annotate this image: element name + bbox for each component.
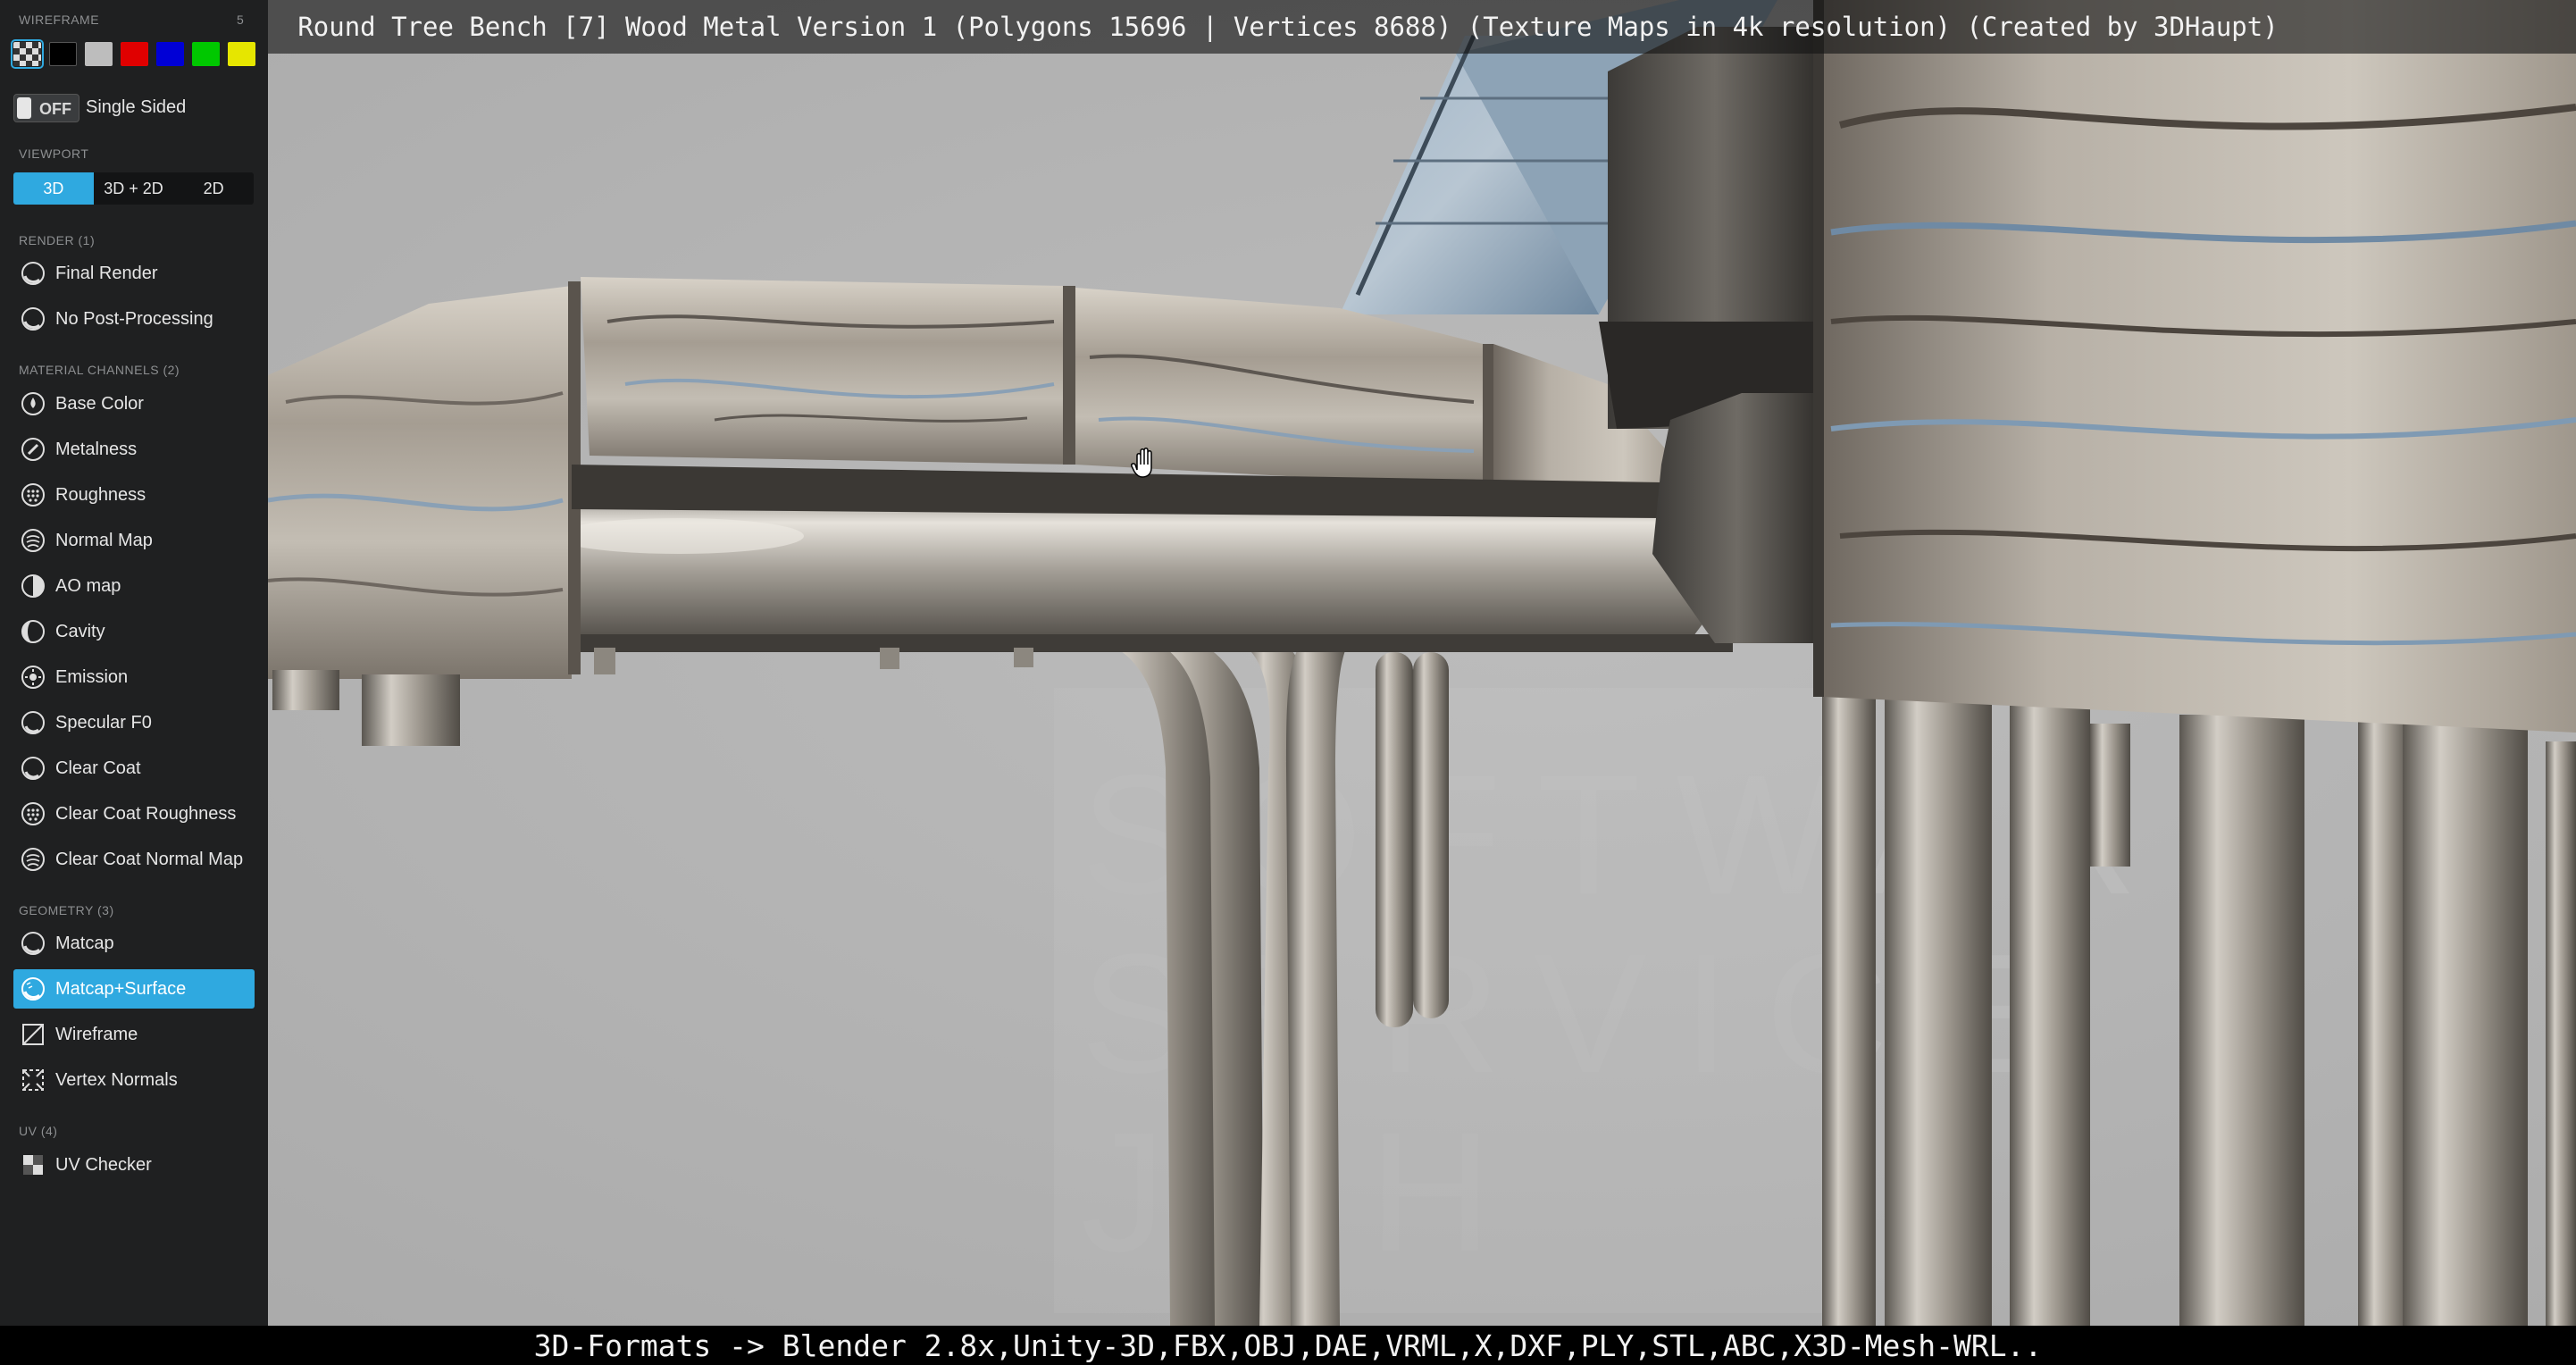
- specular-icon: [20, 709, 46, 736]
- cavity-icon: [20, 618, 46, 645]
- render-no-post-processing[interactable]: No Post-Processing: [13, 299, 255, 339]
- section-title-material-channels: MATERIAL CHANNELS (2): [19, 363, 180, 377]
- item-label: AO map: [55, 575, 121, 596]
- item-label: Normal Map: [55, 530, 153, 550]
- section-title-uv: UV (4): [19, 1124, 58, 1138]
- formats-text: 3D-Formats -> Blender 2.8x,Unity-3D,FBX,…: [533, 1327, 2043, 1363]
- section-title-geometry: GEOMETRY (3): [19, 903, 114, 917]
- item-label: Wireframe: [55, 1024, 138, 1044]
- viewport-tab-3d-2d[interactable]: 3D + 2D: [94, 172, 174, 205]
- item-label: Specular F0: [55, 712, 152, 733]
- sphere-icon: [20, 306, 46, 332]
- item-label: UV Checker: [55, 1154, 152, 1175]
- uv-checker-icon: [20, 1151, 46, 1178]
- channel-roughness[interactable]: Roughness: [13, 475, 255, 515]
- vertex-normals-icon: [20, 1067, 46, 1093]
- item-label: Clear Coat: [55, 758, 141, 778]
- 3d-viewport[interactable]: SOFTWARE SERVICE JOH: [0, 0, 2576, 1326]
- item-label: Final Render: [55, 263, 158, 283]
- formats-footer-bar: 3D-Formats -> Blender 2.8x,Unity-3D,FBX,…: [0, 1326, 2576, 1365]
- single-sided-toggle[interactable]: OFF: [13, 94, 79, 122]
- item-label: Roughness: [55, 484, 146, 505]
- right-wood-block: [1813, 0, 2576, 733]
- inspector-panel: WIREFRAME 5 OFF Single Sided VIEWPORT 3D…: [0, 0, 268, 1326]
- item-label: Base Color: [55, 393, 144, 414]
- swatch-green[interactable]: [192, 42, 220, 66]
- toggle-knob: [17, 97, 31, 119]
- metal-legs: [1076, 630, 2576, 1326]
- viewport-mode-selector: 3D 3D + 2D 2D: [13, 172, 254, 205]
- item-label: Vertex Normals: [55, 1069, 178, 1090]
- channel-normal-map[interactable]: Normal Map: [13, 521, 255, 560]
- wireframe-color-swatches: [11, 39, 255, 69]
- swatch-yellow[interactable]: [228, 42, 255, 66]
- swatch-gray[interactable]: [85, 42, 113, 66]
- wireframe-icon: [20, 1021, 46, 1048]
- clear-coat-icon: [20, 755, 46, 782]
- swatch-blue[interactable]: [156, 42, 184, 66]
- channel-base-color[interactable]: Base Color: [13, 384, 255, 423]
- left-feet: [272, 670, 460, 746]
- geometry-matcap-surface[interactable]: Matcap+Surface: [13, 969, 255, 1009]
- roughness-icon: [20, 482, 46, 508]
- channel-cavity[interactable]: Cavity: [13, 612, 255, 651]
- single-sided-label: Single Sided: [86, 97, 187, 117]
- model-title: Round Tree Bench [7] Wood Metal Version …: [297, 12, 2279, 42]
- section-title-viewport: VIEWPORT: [19, 147, 89, 161]
- item-label: Clear Coat Roughness: [55, 803, 237, 824]
- bench-model-render[interactable]: SOFTWARE SERVICE JOH: [0, 0, 2576, 1326]
- item-label: No Post-Processing: [55, 308, 213, 329]
- swatch-red[interactable]: [121, 42, 148, 66]
- geometry-wireframe[interactable]: Wireframe: [13, 1015, 255, 1054]
- normal-map-icon: [20, 527, 46, 554]
- geometry-vertex-normals[interactable]: Vertex Normals: [13, 1060, 255, 1100]
- channel-clear-coat[interactable]: Clear Coat: [13, 749, 255, 788]
- matcap-surface-icon: [20, 976, 46, 1002]
- section-title-wireframe: WIREFRAME: [19, 13, 100, 27]
- base-color-icon: [20, 390, 46, 417]
- viewport-tab-2d[interactable]: 2D: [173, 172, 254, 205]
- channel-emission[interactable]: Emission: [13, 657, 255, 697]
- item-label: Clear Coat Normal Map: [55, 849, 244, 869]
- item-label: Matcap+Surface: [55, 978, 187, 999]
- item-label: Metalness: [55, 439, 138, 459]
- channel-metalness[interactable]: Metalness: [13, 430, 255, 469]
- uv-checker[interactable]: UV Checker: [13, 1145, 255, 1185]
- emission-icon: [20, 664, 46, 691]
- clear-coat-normal-icon: [20, 846, 46, 873]
- item-label: Matcap: [55, 933, 114, 953]
- channel-specular-f0[interactable]: Specular F0: [13, 703, 255, 742]
- ao-map-icon: [20, 573, 46, 599]
- viewport-tab-3d[interactable]: 3D: [13, 172, 94, 205]
- swatch-black[interactable]: [49, 42, 77, 66]
- clear-coat-roughness-icon: [20, 800, 46, 827]
- channel-clear-coat-normal-map[interactable]: Clear Coat Normal Map: [13, 840, 255, 879]
- sphere-icon: [20, 260, 46, 287]
- item-label: Cavity: [55, 621, 105, 641]
- wireframe-count: 5: [237, 13, 245, 27]
- metalness-icon: [20, 436, 46, 463]
- channel-clear-coat-roughness[interactable]: Clear Coat Roughness: [13, 794, 255, 833]
- swatch-checker[interactable]: [11, 39, 44, 69]
- geometry-matcap[interactable]: Matcap: [13, 924, 255, 963]
- item-label: Emission: [55, 666, 129, 687]
- render-final-render[interactable]: Final Render: [13, 254, 255, 293]
- section-title-render: RENDER (1): [19, 233, 96, 247]
- matcap-icon: [20, 930, 46, 957]
- toggle-state: OFF: [39, 100, 71, 118]
- channel-ao-map[interactable]: AO map: [13, 566, 255, 606]
- model-title-bar: Round Tree Bench [7] Wood Metal Version …: [0, 0, 2576, 54]
